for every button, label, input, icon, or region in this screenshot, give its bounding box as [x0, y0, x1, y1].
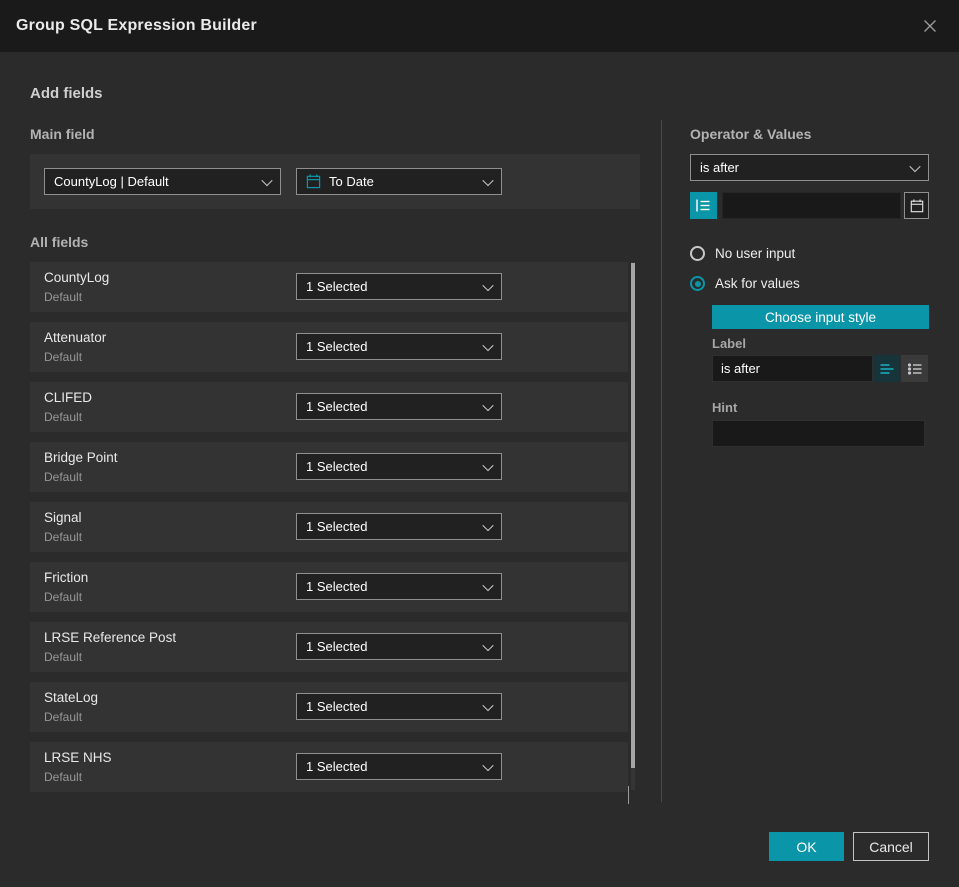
radio-selected-icon — [690, 276, 705, 291]
field-name: CLIFED — [44, 390, 93, 405]
radio-circle-icon — [690, 246, 705, 261]
chevron-down-icon — [909, 160, 921, 172]
chevron-down-icon — [482, 174, 494, 186]
scroll-down-icon[interactable] — [628, 786, 638, 804]
date-field-dropdown[interactable]: To Date — [296, 168, 502, 195]
field-name: Bridge Point — [44, 450, 118, 465]
value-input[interactable] — [722, 192, 901, 219]
chevron-down-icon — [482, 579, 494, 591]
field-row: CountyLog Default 1 Selected — [30, 262, 628, 312]
scrollbar-thumb[interactable] — [631, 263, 635, 768]
field-type: Default — [44, 530, 83, 544]
field-row: LRSE NHS Default 1 Selected — [30, 742, 628, 792]
field-selection-dropdown[interactable]: 1 Selected — [296, 393, 502, 420]
operator-values-label: Operator & Values — [690, 126, 812, 142]
bulleted-list-icon — [907, 362, 922, 375]
chevron-down-icon — [482, 759, 494, 771]
radio-no-user-input[interactable]: No user input — [690, 246, 795, 261]
operator-dropdown[interactable]: is after — [690, 154, 929, 181]
field-selection-value: 1 Selected — [306, 459, 368, 474]
field-selection-dropdown[interactable]: 1 Selected — [296, 753, 502, 780]
chevron-down-icon — [482, 399, 494, 411]
cancel-button[interactable]: Cancel — [853, 832, 929, 861]
field-name: CountyLog — [44, 270, 110, 285]
chevron-down-icon — [482, 519, 494, 531]
all-fields-label: All fields — [30, 234, 89, 250]
dialog-title: Group SQL Expression Builder — [16, 17, 257, 34]
field-selection-dropdown[interactable]: 1 Selected — [296, 453, 502, 480]
align-left-icon — [880, 363, 894, 375]
group-sql-expression-builder-dialog: Group SQL Expression Builder Add fields … — [0, 0, 959, 887]
label-style-list-button[interactable] — [901, 355, 928, 382]
field-selection-dropdown[interactable]: 1 Selected — [296, 633, 502, 660]
field-type: Default — [44, 650, 83, 664]
field-selection-dropdown[interactable]: 1 Selected — [296, 513, 502, 540]
field-type: Default — [44, 410, 83, 424]
add-fields-heading: Add fields — [30, 85, 103, 102]
field-row: Signal Default 1 Selected — [30, 502, 628, 552]
field-name: StateLog — [44, 690, 99, 705]
main-field-dropdown-value: CountyLog | Default — [54, 174, 169, 189]
field-selection-dropdown[interactable]: 1 Selected — [296, 693, 502, 720]
label-input[interactable] — [712, 355, 873, 382]
field-selection-value: 1 Selected — [306, 759, 368, 774]
field-name: LRSE Reference Post — [44, 630, 177, 645]
field-type: Default — [44, 590, 83, 604]
calendar-icon — [910, 198, 924, 213]
chevron-down-icon — [261, 174, 273, 186]
field-row: Attenuator Default 1 Selected — [30, 322, 628, 372]
list-in-box-icon — [696, 199, 711, 212]
field-row: CLIFED Default 1 Selected — [30, 382, 628, 432]
field-selection-value: 1 Selected — [306, 519, 368, 534]
vertical-divider — [661, 120, 662, 802]
calendar-icon — [306, 174, 321, 189]
field-type: Default — [44, 470, 83, 484]
field-type: Default — [44, 290, 83, 304]
field-selection-value: 1 Selected — [306, 639, 368, 654]
radio-no-user-input-label: No user input — [715, 246, 796, 261]
field-selection-value: 1 Selected — [306, 279, 368, 294]
choose-input-style-button[interactable]: Choose input style — [712, 305, 929, 329]
field-selection-value: 1 Selected — [306, 699, 368, 714]
operator-dropdown-value: is after — [700, 160, 740, 175]
field-selection-value: 1 Selected — [306, 399, 368, 414]
ok-button[interactable]: OK — [769, 832, 844, 861]
date-field-dropdown-value: To Date — [329, 174, 374, 189]
all-fields-list: CountyLog Default 1 Selected Attenuator … — [30, 262, 628, 792]
field-row: Bridge Point Default 1 Selected — [30, 442, 628, 492]
field-type: Default — [44, 710, 83, 724]
close-icon[interactable] — [917, 13, 943, 39]
field-row: LRSE Reference Post Default 1 Selected — [30, 622, 628, 672]
field-name: Friction — [44, 570, 89, 585]
radio-ask-for-values[interactable]: Ask for values — [690, 276, 800, 291]
field-name: Attenuator — [44, 330, 107, 345]
field-selection-value: 1 Selected — [306, 339, 368, 354]
field-type: Default — [44, 350, 83, 364]
dialog-titlebar: Group SQL Expression Builder — [0, 0, 959, 52]
chevron-down-icon — [482, 459, 494, 471]
field-selection-dropdown[interactable]: 1 Selected — [296, 573, 502, 600]
main-field-label: Main field — [30, 126, 95, 142]
hint-input[interactable] — [712, 420, 925, 447]
chevron-down-icon — [482, 699, 494, 711]
chevron-down-icon — [482, 639, 494, 651]
label-field-label: Label — [712, 336, 746, 351]
field-name: Signal — [44, 510, 82, 525]
date-picker-button[interactable] — [904, 192, 929, 219]
field-row: Friction Default 1 Selected — [30, 562, 628, 612]
hint-field-label: Hint — [712, 400, 738, 415]
main-field-dropdown[interactable]: CountyLog | Default — [44, 168, 281, 195]
field-type: Default — [44, 770, 83, 784]
field-selection-dropdown[interactable]: 1 Selected — [296, 273, 502, 300]
field-name: LRSE NHS — [44, 750, 112, 765]
radio-ask-for-values-label: Ask for values — [715, 276, 800, 291]
value-source-button[interactable] — [690, 192, 717, 219]
field-selection-value: 1 Selected — [306, 579, 368, 594]
chevron-down-icon — [482, 339, 494, 351]
label-style-text-button[interactable] — [874, 355, 900, 382]
field-selection-dropdown[interactable]: 1 Selected — [296, 333, 502, 360]
main-field-panel: CountyLog | Default To Date — [30, 154, 640, 209]
field-row: StateLog Default 1 Selected — [30, 682, 628, 732]
chevron-down-icon — [482, 279, 494, 291]
